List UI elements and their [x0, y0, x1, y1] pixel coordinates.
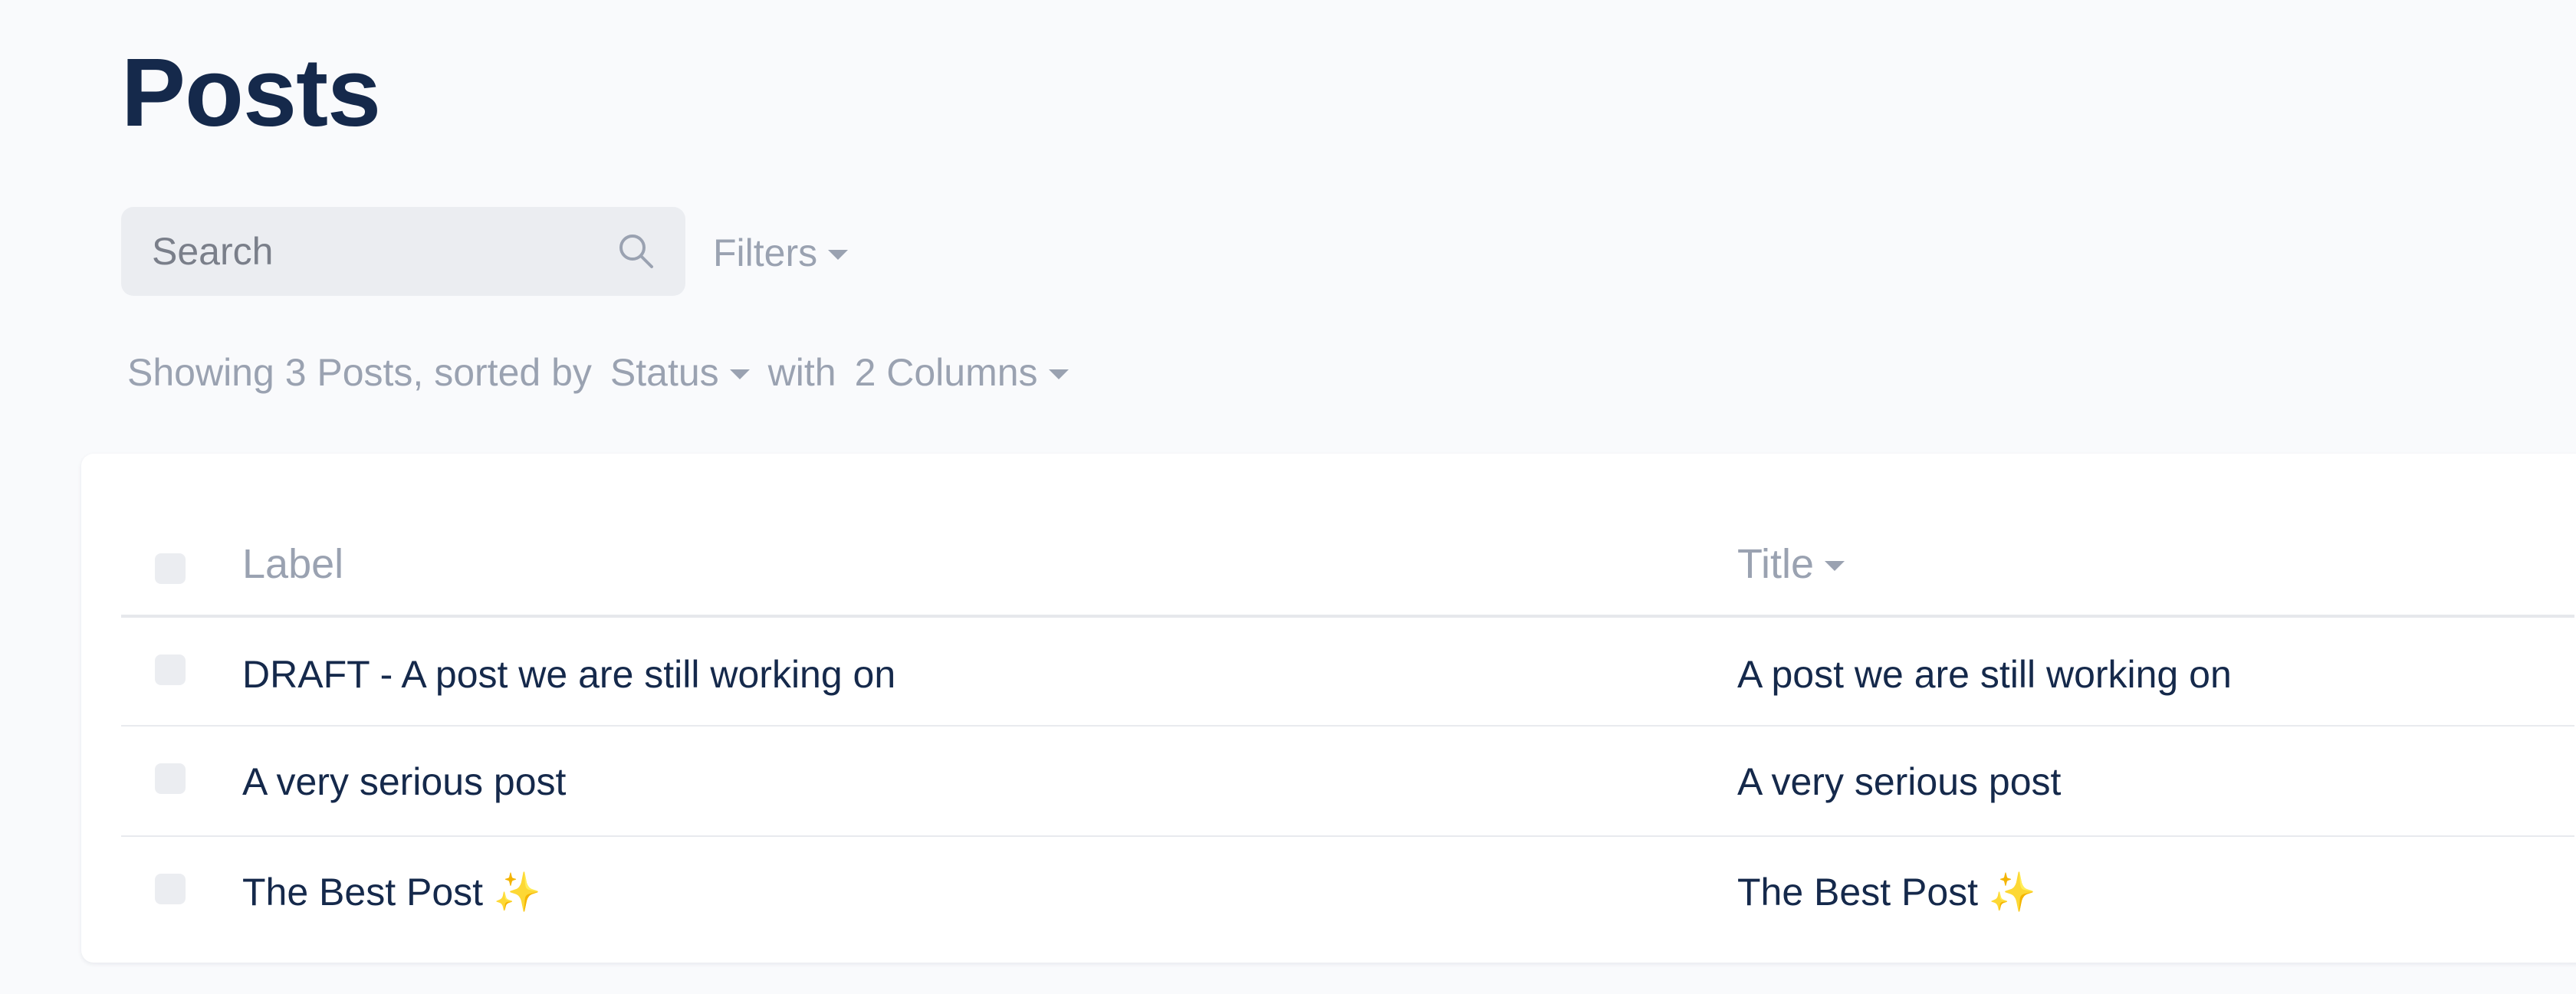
filters-dropdown[interactable]: Filters — [713, 228, 849, 277]
table-row[interactable]: DRAFT - A post we are still working on A… — [121, 618, 2574, 727]
row-title[interactable]: A post we are still working on — [1737, 651, 2232, 697]
search-icon[interactable] — [616, 231, 656, 271]
posts-table: Label Title DRAFT - A post we are still … — [81, 454, 2576, 963]
table-header: Label Title — [121, 515, 2574, 618]
columns-dropdown[interactable]: 2 Columns — [855, 350, 1069, 395]
results-summary: Showing 3 Posts, sorted by Status with 2… — [127, 348, 1069, 397]
filters-label: Filters — [713, 231, 818, 274]
table-row[interactable]: The Best Post ✨ The Best Post ✨ — [121, 837, 2574, 947]
table-row[interactable]: A very serious post A very serious post — [121, 727, 2574, 837]
chevron-down-icon — [1048, 369, 1069, 379]
column-header-title-label: Title — [1737, 541, 1815, 587]
column-header-label: Label — [242, 541, 344, 587]
summary-connector: with — [767, 351, 836, 394]
search-input[interactable] — [152, 207, 596, 296]
row-checkbox[interactable] — [155, 874, 186, 904]
row-checkbox[interactable] — [155, 763, 186, 794]
sort-value: Status — [610, 351, 719, 394]
row-label[interactable]: DRAFT - A post we are still working on — [242, 651, 895, 697]
select-all-checkbox[interactable] — [155, 553, 186, 584]
chevron-down-icon — [729, 369, 750, 379]
page-title: Posts — [121, 38, 381, 146]
row-title[interactable]: A very serious post — [1737, 759, 2061, 805]
row-checkbox[interactable] — [155, 654, 186, 685]
column-header-title[interactable]: Title — [1737, 541, 1845, 587]
search-box[interactable] — [121, 207, 685, 296]
columns-value: 2 Columns — [854, 351, 1038, 394]
row-label[interactable]: A very serious post — [242, 759, 566, 805]
summary-prefix: Showing 3 Posts, sorted by — [127, 351, 592, 394]
row-label[interactable]: The Best Post ✨ — [242, 869, 541, 915]
chevron-down-icon — [828, 249, 849, 260]
row-title[interactable]: The Best Post ✨ — [1737, 869, 2036, 915]
sort-dropdown[interactable]: Status — [610, 350, 750, 395]
chevron-down-icon — [1825, 560, 1845, 571]
